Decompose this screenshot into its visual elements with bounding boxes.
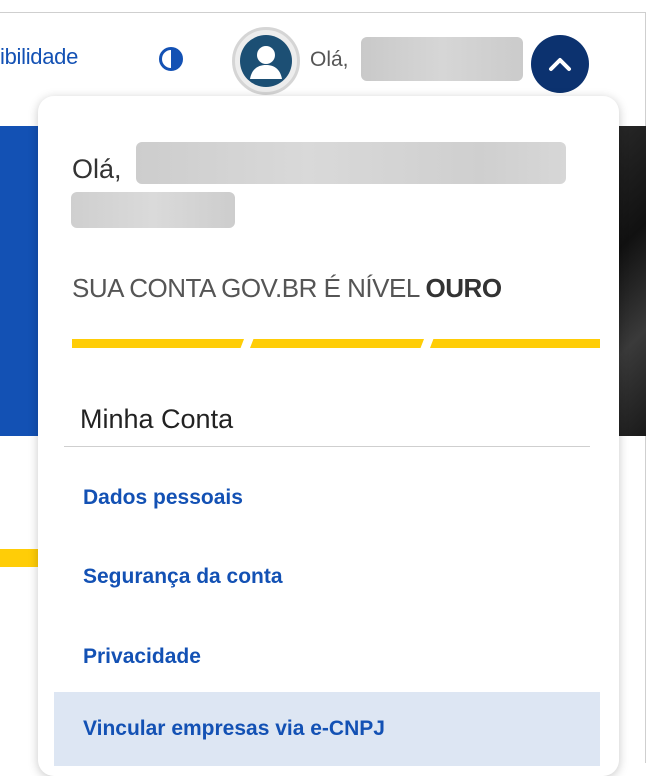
account-dropdown: Olá, SUA CONTA GOV.BR É NÍVEL OURO Minha… <box>38 96 619 776</box>
chevron-up-icon <box>549 58 571 71</box>
accessibility-link[interactable]: ibilidade <box>0 44 78 70</box>
menu-item-privacidade[interactable]: Privacidade <box>54 625 600 689</box>
user-avatar-icon <box>240 35 292 87</box>
dropdown-greeting: Olá, <box>72 154 122 184</box>
level-bar-segment-2 <box>250 339 424 348</box>
menu-item-dados-pessoais[interactable]: Dados pessoais <box>54 466 600 530</box>
header-greeting: Olá, <box>310 48 349 71</box>
account-level-value: OURO <box>425 273 503 303</box>
menu-item-seguranca[interactable]: Segurança da conta <box>54 545 600 609</box>
section-divider <box>64 446 590 447</box>
background-banner <box>0 126 40 436</box>
page-frame-top <box>0 12 646 13</box>
account-level-prefix: SUA CONTA GOV.BR É NÍVEL <box>72 273 426 303</box>
level-bar-segment-1 <box>72 339 244 348</box>
section-title: Minha Conta <box>80 404 234 434</box>
redacted-full-name-line2 <box>71 192 235 228</box>
contrast-icon[interactable] <box>158 46 184 72</box>
account-level: SUA CONTA GOV.BR É NÍVEL OURO <box>72 273 502 304</box>
redacted-user-name <box>361 37 523 81</box>
background-accent-bar <box>0 549 40 567</box>
level-bar-segment-3 <box>430 339 600 348</box>
redacted-full-name <box>136 142 566 184</box>
user-avatar-button[interactable] <box>232 27 300 95</box>
menu-toggle-button[interactable] <box>531 35 589 93</box>
menu-item-vincular-empresas[interactable]: Vincular empresas via e-CNPJ <box>54 692 600 766</box>
